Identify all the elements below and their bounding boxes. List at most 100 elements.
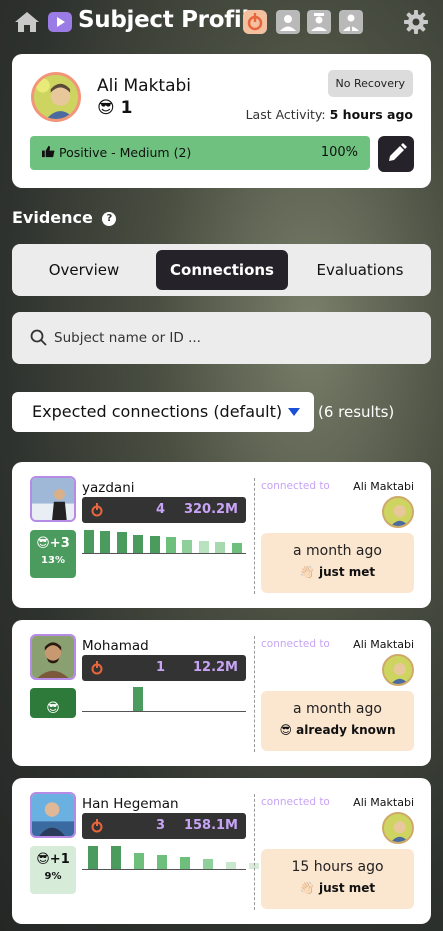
connection-value: 158.1M (183, 818, 238, 833)
divider (254, 636, 255, 752)
activity-bar (116, 532, 127, 553)
connection-name[interactable]: Han Hegeman (82, 796, 179, 812)
gear-icon[interactable] (403, 9, 429, 35)
score-badge: 😎 (30, 688, 76, 718)
score-badge-main: 😎 (30, 701, 76, 716)
activity-bar (157, 855, 167, 869)
connection-count: 4 (156, 502, 166, 517)
activity-bar (203, 859, 213, 869)
recovery-badge: No Recovery (327, 70, 413, 97)
activity-bar (133, 687, 144, 711)
activity-bar (180, 857, 190, 869)
score-emoji-icon: 😎 (36, 852, 50, 867)
connected-to-name[interactable]: Ali Maktabi (353, 638, 414, 651)
thumbs-up-icon (42, 145, 55, 158)
last-activity: Last Activity: 5 hours ago (246, 107, 413, 122)
activity-bar (198, 541, 209, 553)
activity-bar (111, 846, 121, 869)
connection-avatar[interactable] (30, 792, 76, 838)
connection-card[interactable]: Han Hegeman 3 158.1M 😎+1 9% connected to… (12, 778, 431, 924)
page-title: Subject Profile (78, 7, 265, 33)
connection-time-box: a month ago 😎 already known (261, 691, 414, 751)
divider (254, 794, 255, 910)
connected-to-avatar[interactable] (382, 496, 414, 528)
score-emoji-icon: 😎 (36, 536, 50, 551)
profile-name: Ali Maktabi (97, 76, 192, 96)
score-emoji-icon: 😎 (46, 701, 60, 716)
search-icon (30, 329, 47, 346)
score-badge-value: +1 (49, 852, 70, 867)
connection-time: a month ago (293, 543, 382, 559)
tab-evaluations[interactable]: Evaluations (294, 250, 426, 290)
search-input[interactable] (54, 326, 414, 350)
profile-card: Ali Maktabi 😎 1 No Recovery Last Activit… (12, 54, 431, 188)
connection-relation: 😎 already known (261, 723, 414, 737)
activity-bar (133, 535, 144, 553)
activity-bar (231, 543, 242, 553)
connected-to-label: connected to (261, 480, 330, 492)
profile-score: 😎 1 (97, 98, 133, 118)
relation-emoji-icon: 👋🏻 (299, 565, 315, 579)
connection-stats: 3 158.1M (82, 813, 246, 839)
last-activity-label: Last Activity: (245, 107, 326, 122)
brightid-icon (89, 502, 105, 518)
connected-to-avatar[interactable] (382, 812, 414, 844)
rating-label-wrap: Positive - Medium (2) (42, 145, 191, 160)
home-icon[interactable] (14, 10, 40, 34)
help-icon[interactable]: ? (102, 212, 117, 226)
activity-bar-chart (82, 530, 246, 554)
rating-bar: Positive - Medium (2) 100% (30, 136, 370, 170)
lawyer-icon[interactable] (339, 10, 363, 34)
edit-button[interactable] (378, 136, 414, 172)
brightid-icon[interactable] (243, 10, 267, 34)
connection-name[interactable]: Mohamad (82, 638, 149, 654)
score-badge-value: +3 (49, 536, 70, 551)
score-value: 1 (120, 98, 133, 118)
relation-emoji-icon: 😎 (279, 723, 292, 737)
score-badge-percent: 13% (41, 555, 65, 566)
rating-percent: 100% (320, 145, 358, 160)
activity-bar (100, 531, 111, 553)
divider (254, 478, 255, 594)
avatar[interactable] (31, 72, 81, 122)
activity-bar (226, 862, 236, 869)
connection-avatar[interactable] (30, 476, 76, 522)
connection-count: 3 (156, 818, 166, 833)
activity-bar (166, 537, 176, 553)
connected-to-name[interactable]: Ali Maktabi (353, 796, 414, 809)
score-badge-percent: 9% (44, 871, 62, 882)
connected-to-name[interactable]: Ali Maktabi (353, 480, 414, 493)
brightid-icon (89, 660, 105, 676)
connection-avatar[interactable] (30, 634, 76, 680)
doctor-icon[interactable] (307, 10, 331, 34)
connected-to-avatar[interactable] (382, 654, 414, 686)
brightid-icon (89, 818, 105, 834)
filter-label: Expected connections (default) (32, 402, 283, 421)
connection-relation: 👋🏻 just met (261, 565, 414, 579)
pencil-icon (389, 143, 407, 161)
connection-stats: 1 12.2M (82, 655, 246, 681)
connection-card[interactable]: Mohamad 1 12.2M 😎 connected to Ali Makta… (12, 620, 431, 766)
tab-overview[interactable]: Overview (18, 250, 150, 290)
chevron-down-icon (288, 408, 300, 416)
score-badge-main: 😎+3 (30, 536, 76, 551)
connection-name[interactable]: yazdani (82, 480, 135, 496)
tab-connections[interactable]: Connections (156, 250, 288, 290)
last-activity-value: 5 hours ago (329, 107, 413, 122)
connection-time-box: a month ago 👋🏻 just met (261, 533, 414, 593)
connection-time: a month ago (293, 701, 382, 717)
user-icon[interactable] (276, 10, 300, 34)
score-emoji-icon: 😎 (97, 98, 115, 118)
connections-filter-select[interactable]: Expected connections (default) (12, 392, 314, 432)
evidence-title: Evidence (12, 208, 93, 227)
video-icon[interactable] (48, 12, 72, 32)
activity-bar-chart (82, 846, 259, 870)
relation-label: just met (319, 881, 376, 895)
connection-value: 320.2M (183, 502, 238, 517)
connection-count: 1 (156, 660, 166, 675)
activity-bar (84, 530, 94, 553)
connection-card[interactable]: yazdani 4 320.2M 😎+3 13% connected to Al… (12, 462, 431, 608)
activity-bar (134, 853, 144, 869)
score-badge: 😎+3 13% (30, 530, 76, 578)
evidence-heading: Evidence ? (12, 208, 117, 227)
